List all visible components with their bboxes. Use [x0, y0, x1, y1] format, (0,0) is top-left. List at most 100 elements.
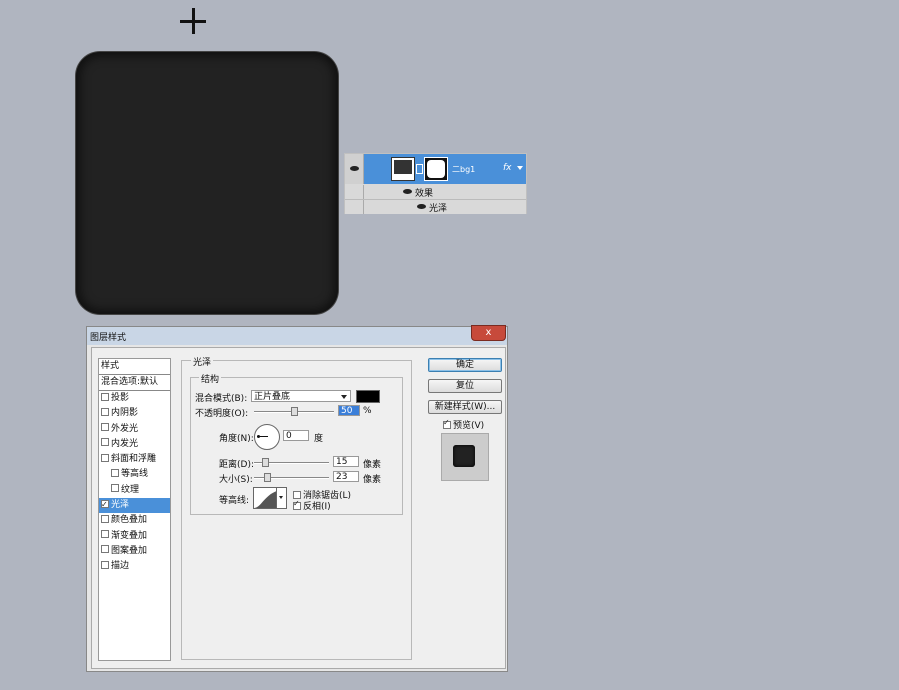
- dialog-title: 图层样式: [90, 333, 127, 343]
- structure-title: 结构: [199, 372, 222, 385]
- dialog-titlebar[interactable]: 图层样式: [87, 327, 507, 345]
- style-item-checkbox[interactable]: [111, 484, 119, 493]
- layer-name: 二bg1: [452, 165, 476, 174]
- style-item-label: 光泽: [111, 500, 130, 511]
- style-item[interactable]: 内发光: [99, 437, 170, 452]
- contour-dropdown-button[interactable]: [276, 487, 287, 509]
- opacity-slider-handle[interactable]: [291, 407, 298, 416]
- angle-input[interactable]: 0: [283, 430, 309, 441]
- style-item-checkbox[interactable]: [111, 468, 119, 477]
- style-item-checkbox[interactable]: [101, 392, 109, 401]
- eye-icon: [350, 166, 359, 171]
- style-item[interactable]: 描边: [99, 559, 170, 574]
- layer-mask-thumbnail: [424, 157, 448, 181]
- eye-icon[interactable]: [417, 204, 426, 209]
- style-item-label: 图案叠加: [111, 545, 148, 556]
- reset-button[interactable]: 复位: [428, 379, 502, 393]
- effects-label: 效果: [415, 189, 434, 199]
- style-item-label: 内阴影: [111, 408, 139, 419]
- distance-label: 距离(D):: [219, 460, 254, 470]
- blend-mode-select[interactable]: 正片叠底: [251, 390, 351, 402]
- angle-dial[interactable]: [254, 424, 280, 450]
- preview-option[interactable]: 预览(V): [443, 418, 484, 431]
- size-slider-handle[interactable]: [264, 473, 271, 482]
- section-title: 光泽: [191, 355, 214, 368]
- distance-slider-handle[interactable]: [262, 458, 269, 467]
- preview-checkbox[interactable]: [443, 418, 451, 429]
- link-icon: [416, 164, 423, 174]
- chevron-down-icon: [341, 395, 347, 399]
- style-item-checkbox[interactable]: [101, 545, 109, 554]
- style-item[interactable]: 外发光: [99, 422, 170, 437]
- size-unit: 像素: [363, 475, 382, 485]
- style-item-label: 颜色叠加: [111, 515, 148, 526]
- layer-row[interactable]: 二bg1 fx: [345, 154, 526, 184]
- antialias-checkbox[interactable]: [293, 490, 301, 499]
- invert-option[interactable]: 反相(I): [293, 499, 331, 512]
- distance-input[interactable]: 15: [333, 456, 359, 467]
- style-item[interactable]: 光泽: [99, 497, 170, 514]
- style-item-checkbox[interactable]: [101, 407, 109, 416]
- opacity-unit: %: [363, 406, 372, 416]
- style-item-checkbox[interactable]: [101, 560, 109, 569]
- style-item[interactable]: 内阴影: [99, 406, 170, 421]
- structure-group: 结构 混合模式(B): 正片叠底 不透明度(O): 50 % 角度(N): 0: [190, 372, 403, 515]
- style-item[interactable]: 纹理: [99, 483, 170, 498]
- style-item[interactable]: 投影: [99, 391, 170, 406]
- effects-row[interactable]: 效果: [345, 185, 526, 199]
- style-item-label: 外发光: [111, 423, 139, 434]
- style-item-checkbox[interactable]: [101, 453, 109, 462]
- styles-list: 样式 混合选项:默认 投影内阴影外发光内发光斜面和浮雕等高线纹理光泽颜色叠加渐变…: [98, 358, 171, 661]
- style-item[interactable]: 颜色叠加: [99, 513, 170, 528]
- dialog-body: 样式 混合选项:默认 投影内阴影外发光内发光斜面和浮雕等高线纹理光泽颜色叠加渐变…: [91, 347, 506, 669]
- fx-icon[interactable]: fx: [503, 163, 512, 173]
- style-item-label: 投影: [111, 393, 130, 403]
- size-input[interactable]: 23: [333, 471, 359, 482]
- style-item-checkbox[interactable]: [101, 514, 109, 523]
- style-item-label: 等高线: [121, 469, 149, 480]
- blend-mode-value: 正片叠底: [254, 392, 291, 402]
- color-swatch[interactable]: [356, 390, 380, 403]
- canvas-rounded-square: [76, 52, 338, 314]
- style-item[interactable]: 渐变叠加: [99, 529, 170, 544]
- blend-mode-label: 混合模式(B):: [195, 394, 248, 404]
- new-style-button[interactable]: 新建样式(W)...: [428, 400, 502, 414]
- ok-button[interactable]: 确定: [428, 358, 502, 372]
- style-item-checkbox[interactable]: [101, 423, 109, 432]
- contour-label: 等高线:: [219, 496, 250, 506]
- layer-thumbnail: [391, 157, 415, 181]
- style-item-checkbox[interactable]: [101, 438, 109, 447]
- layer-style-dialog: 图层样式 x 样式 混合选项:默认 投影内阴影外发光内发光斜面和浮雕等高线纹理光…: [86, 325, 508, 672]
- effect-item-row[interactable]: 光泽: [345, 199, 526, 214]
- eye-icon[interactable]: [403, 189, 412, 194]
- close-button[interactable]: x: [471, 325, 506, 341]
- style-item-checkbox[interactable]: [101, 497, 109, 512]
- style-item[interactable]: 图案叠加: [99, 544, 170, 559]
- angle-unit: 度: [314, 434, 324, 444]
- invert-label: 反相(I): [303, 502, 331, 512]
- style-item-label: 斜面和浮雕: [111, 454, 157, 465]
- size-label: 大小(S):: [219, 475, 253, 485]
- preview-label: 预览(V): [453, 421, 485, 431]
- opacity-input[interactable]: 50: [338, 405, 360, 416]
- style-item-label: 描边: [111, 561, 130, 572]
- style-item-checkbox[interactable]: [101, 530, 109, 539]
- blend-options-default[interactable]: 混合选项:默认: [99, 375, 170, 391]
- layer-visibility-toggle[interactable]: [345, 154, 364, 184]
- style-item-label: 内发光: [111, 438, 139, 449]
- angle-dot: [257, 435, 260, 438]
- invert-checkbox[interactable]: [293, 499, 301, 510]
- satin-section: 光泽 结构 混合模式(B): 正片叠底 不透明度(O): 50 % 角度(N):: [181, 355, 412, 660]
- style-item-label: 纹理: [121, 484, 140, 495]
- distance-unit: 像素: [363, 460, 382, 470]
- opacity-label: 不透明度(O):: [195, 409, 249, 419]
- layers-panel: 二bg1 fx 效果 光泽: [344, 153, 527, 214]
- style-item-label: 渐变叠加: [111, 530, 148, 541]
- style-item[interactable]: 斜面和浮雕: [99, 452, 170, 467]
- expand-caret-icon[interactable]: [517, 166, 523, 170]
- effect-item-label: 光泽: [429, 204, 448, 214]
- style-preview-thumbnail: [441, 433, 489, 481]
- crosshair-cursor-icon: [179, 8, 207, 36]
- style-item[interactable]: 等高线: [99, 467, 170, 482]
- styles-header[interactable]: 样式: [99, 359, 170, 375]
